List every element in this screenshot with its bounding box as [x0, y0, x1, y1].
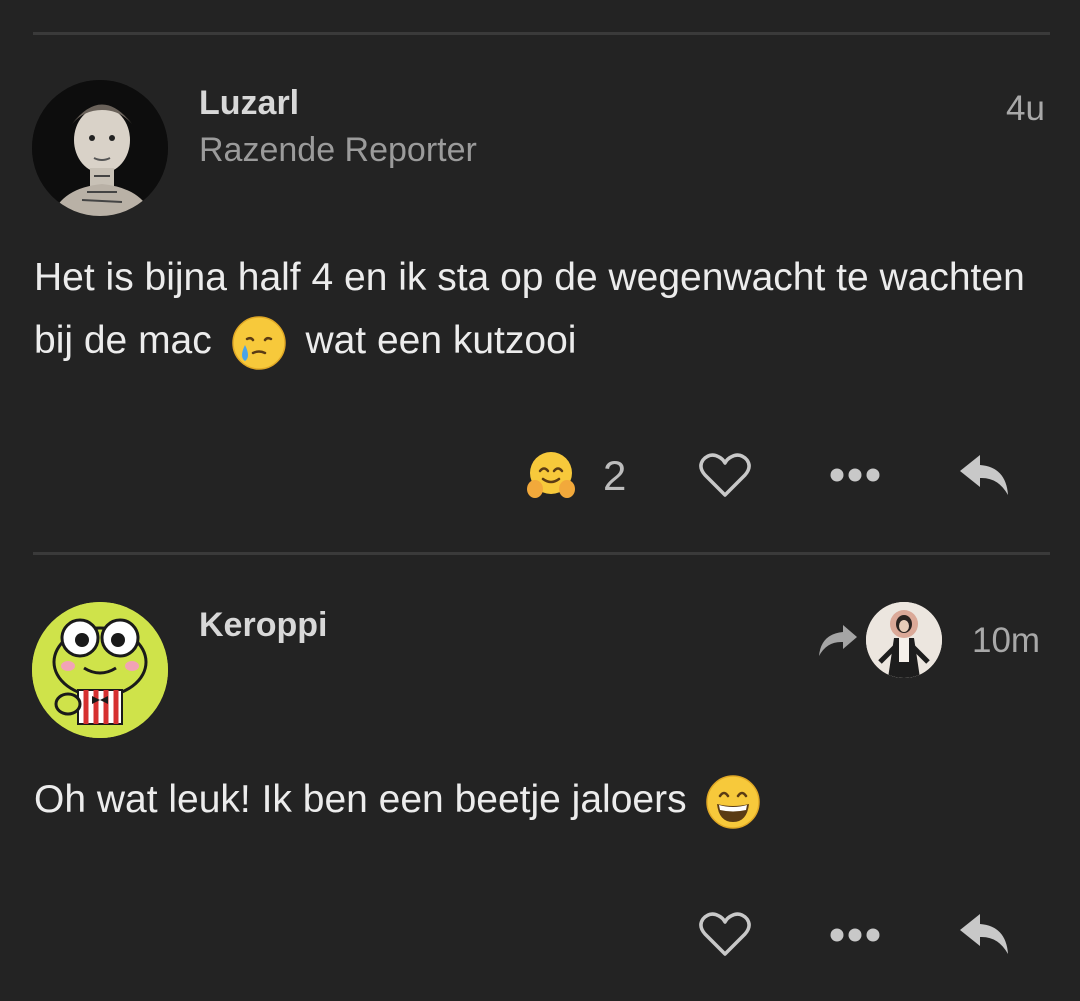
heart-icon[interactable]: [698, 451, 752, 499]
more-options-icon[interactable]: [829, 467, 881, 483]
avatar-keroppi[interactable]: [32, 602, 168, 738]
more-options-icon[interactable]: [829, 927, 881, 943]
reaction-count[interactable]: 2: [603, 452, 626, 500]
post-body: Oh wat leuk! Ik ben een beetje jaloers: [34, 768, 1034, 831]
reply-icon[interactable]: [958, 910, 1012, 958]
heart-icon[interactable]: [698, 910, 752, 958]
post-text: Oh wat leuk! Ik ben een beetje jaloers: [34, 778, 687, 821]
top-divider: [33, 32, 1050, 35]
username[interactable]: Keroppi: [199, 606, 327, 645]
post-body: Het is bijna half 4 en ik sta op de wege…: [34, 246, 1034, 372]
person-illustration-icon: [866, 602, 942, 678]
person-portrait-icon: [32, 80, 168, 216]
timestamp: 10m: [972, 621, 1041, 660]
grinning-face-emoji-icon: [706, 774, 761, 829]
crying-face-emoji-icon: [231, 315, 286, 370]
hugging-face-reaction-icon[interactable]: [525, 449, 577, 501]
post-divider: [33, 552, 1050, 555]
reply-to-arrow-icon: [819, 625, 857, 656]
reply-to-avatar[interactable]: [866, 602, 942, 678]
avatar-luzarl[interactable]: [32, 80, 168, 216]
username[interactable]: Luzarl: [199, 84, 299, 123]
post-text-part2: wat een kutzooi: [305, 319, 577, 362]
user-role: Razende Reporter: [199, 131, 477, 169]
reply-icon[interactable]: [958, 451, 1012, 499]
timestamp: 4u: [1006, 89, 1045, 128]
frog-character-icon: [32, 602, 168, 738]
